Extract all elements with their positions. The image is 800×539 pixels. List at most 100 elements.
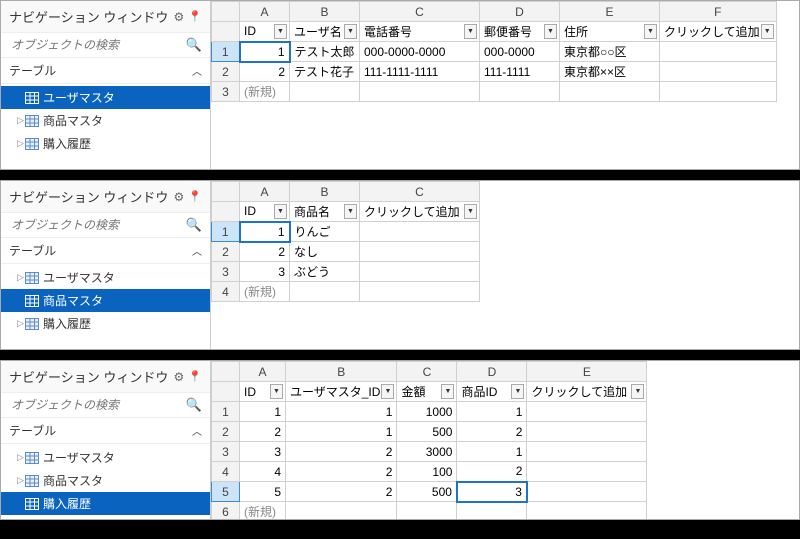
cell-2-E[interactable] — [527, 422, 647, 442]
nav-section-header[interactable]: テーブル ︿ — [1, 58, 210, 84]
dropdown-icon[interactable]: ▼ — [464, 204, 477, 219]
search-icon[interactable]: 🔍 — [186, 217, 202, 233]
cell-2-C[interactable] — [360, 242, 480, 262]
column-header-E[interactable]: E — [560, 2, 660, 22]
cell-2-E[interactable]: 東京都××区 — [560, 62, 660, 82]
row-header-3[interactable]: 3 — [212, 82, 240, 102]
cell-1-C[interactable]: 1000 — [397, 402, 457, 422]
cell-2-C[interactable]: 111-1111-1111 — [360, 62, 480, 82]
cell-4-D[interactable]: 2 — [457, 462, 527, 482]
gear-icon[interactable]: ⚙ — [174, 10, 185, 24]
column-header-A[interactable]: A — [240, 182, 290, 202]
dropdown-icon[interactable]: ▼ — [381, 384, 394, 399]
row-header-2[interactable]: 2 — [212, 422, 240, 442]
cell-new-B[interactable] — [290, 282, 360, 302]
cell-1-D[interactable]: 1 — [457, 402, 527, 422]
field-header-2[interactable]: 電話番号▼ — [360, 22, 480, 42]
field-header-1[interactable]: ユーザ名▼ — [290, 22, 360, 42]
nav-section-header[interactable]: テーブル ︿ — [1, 238, 210, 264]
cell-3-D[interactable]: 1 — [457, 442, 527, 462]
cell-2-C[interactable]: 500 — [397, 422, 457, 442]
column-header-B[interactable]: B — [286, 362, 397, 382]
cell-4-A[interactable]: 4 — [240, 462, 286, 482]
nav-section-header[interactable]: テーブル ︿ — [1, 418, 210, 444]
column-header-C[interactable]: C — [360, 182, 480, 202]
column-header-D[interactable]: D — [457, 362, 527, 382]
cell-1-D[interactable]: 000-0000 — [480, 42, 560, 62]
field-header-3[interactable]: 郵便番号▼ — [480, 22, 560, 42]
row-header-6[interactable]: 6 — [212, 502, 240, 520]
cell-3-B[interactable]: 2 — [286, 442, 397, 462]
cell-new-E[interactable] — [527, 502, 647, 520]
row-header-4[interactable]: 4 — [212, 462, 240, 482]
field-header-2[interactable]: 金額▼ — [397, 382, 457, 402]
column-header-A[interactable]: A — [240, 2, 290, 22]
cell-3-B[interactable]: ぶどう — [290, 262, 360, 282]
field-header-4[interactable]: クリックして追加▼ — [527, 382, 647, 402]
cell-new-B[interactable] — [286, 502, 397, 520]
row-header-2[interactable]: 2 — [212, 62, 240, 82]
column-header-E[interactable]: E — [527, 362, 647, 382]
cell-2-B[interactable]: 1 — [286, 422, 397, 442]
cell-5-A[interactable]: 5 — [240, 482, 286, 502]
column-header-C[interactable]: C — [360, 2, 480, 22]
cell-1-C[interactable]: 000-0000-0000 — [360, 42, 480, 62]
cell-1-A[interactable]: 1 — [240, 402, 286, 422]
cell-1-B[interactable]: 1 — [286, 402, 397, 422]
pin-icon[interactable]: 📍 — [188, 10, 202, 23]
gear-icon[interactable]: ⚙ — [174, 370, 185, 384]
cell-new-D[interactable] — [480, 82, 560, 102]
sidebar-item-1[interactable]: 商品マスタ — [1, 289, 210, 312]
search-input[interactable] — [9, 37, 186, 53]
pin-icon[interactable]: 📍 — [188, 190, 202, 203]
cell-1-A[interactable]: 1 — [240, 222, 290, 242]
cell-2-D[interactable]: 2 — [457, 422, 527, 442]
sidebar-item-1[interactable]: ▷ 商品マスタ — [1, 469, 210, 492]
dropdown-icon[interactable]: ▼ — [344, 24, 357, 39]
row-header-1[interactable]: 1 — [212, 222, 240, 242]
cell-2-A[interactable]: 2 — [240, 422, 286, 442]
cell-4-C[interactable]: 100 — [397, 462, 457, 482]
dropdown-icon[interactable]: ▼ — [441, 384, 454, 399]
field-header-1[interactable]: 商品名▼ — [290, 202, 360, 222]
cell-new-C[interactable] — [360, 282, 480, 302]
sidebar-item-0[interactable]: ▷ ユーザマスタ — [1, 266, 210, 289]
cell-4-B[interactable]: 2 — [286, 462, 397, 482]
new-row-label[interactable]: (新規) — [240, 282, 290, 302]
row-header-1[interactable]: 1 — [212, 402, 240, 422]
cell-3-C[interactable]: 3000 — [397, 442, 457, 462]
cell-1-E[interactable] — [527, 402, 647, 422]
field-header-0[interactable]: ID▼ — [240, 202, 290, 222]
cell-5-E[interactable] — [527, 482, 647, 502]
cell-4-E[interactable] — [527, 462, 647, 482]
cell-1-A[interactable]: 1 — [240, 42, 290, 62]
sidebar-item-0[interactable]: ▷ ユーザマスタ — [1, 446, 210, 469]
cell-new-C[interactable] — [360, 82, 480, 102]
cell-new-B[interactable] — [290, 82, 360, 102]
cell-new-C[interactable] — [397, 502, 457, 520]
column-header-D[interactable]: D — [480, 2, 560, 22]
dropdown-icon[interactable]: ▼ — [544, 24, 557, 39]
cell-1-B[interactable]: りんご — [290, 222, 360, 242]
cell-2-A[interactable]: 2 — [240, 62, 290, 82]
cell-2-A[interactable]: 2 — [240, 242, 290, 262]
dropdown-icon[interactable]: ▼ — [270, 384, 283, 399]
search-icon[interactable]: 🔍 — [186, 397, 202, 413]
new-row-label[interactable]: (新規) — [240, 82, 290, 102]
cell-5-B[interactable]: 2 — [286, 482, 397, 502]
cell-2-D[interactable]: 111-1111 — [480, 62, 560, 82]
cell-new-F[interactable] — [660, 82, 777, 102]
cell-2-F[interactable] — [660, 62, 777, 82]
field-header-0[interactable]: ID▼ — [240, 22, 290, 42]
row-header-3[interactable]: 3 — [212, 262, 240, 282]
row-header-4[interactable]: 4 — [212, 282, 240, 302]
cell-1-E[interactable]: 東京都○○区 — [560, 42, 660, 62]
search-input[interactable] — [9, 217, 186, 233]
column-header-C[interactable]: C — [397, 362, 457, 382]
cell-2-B[interactable]: なし — [290, 242, 360, 262]
sidebar-item-2[interactable]: 購入履歴 — [1, 492, 210, 515]
cell-3-C[interactable] — [360, 262, 480, 282]
dropdown-icon[interactable]: ▼ — [464, 24, 477, 39]
row-header-5[interactable]: 5 — [212, 482, 240, 502]
field-header-4[interactable]: 住所▼ — [560, 22, 660, 42]
